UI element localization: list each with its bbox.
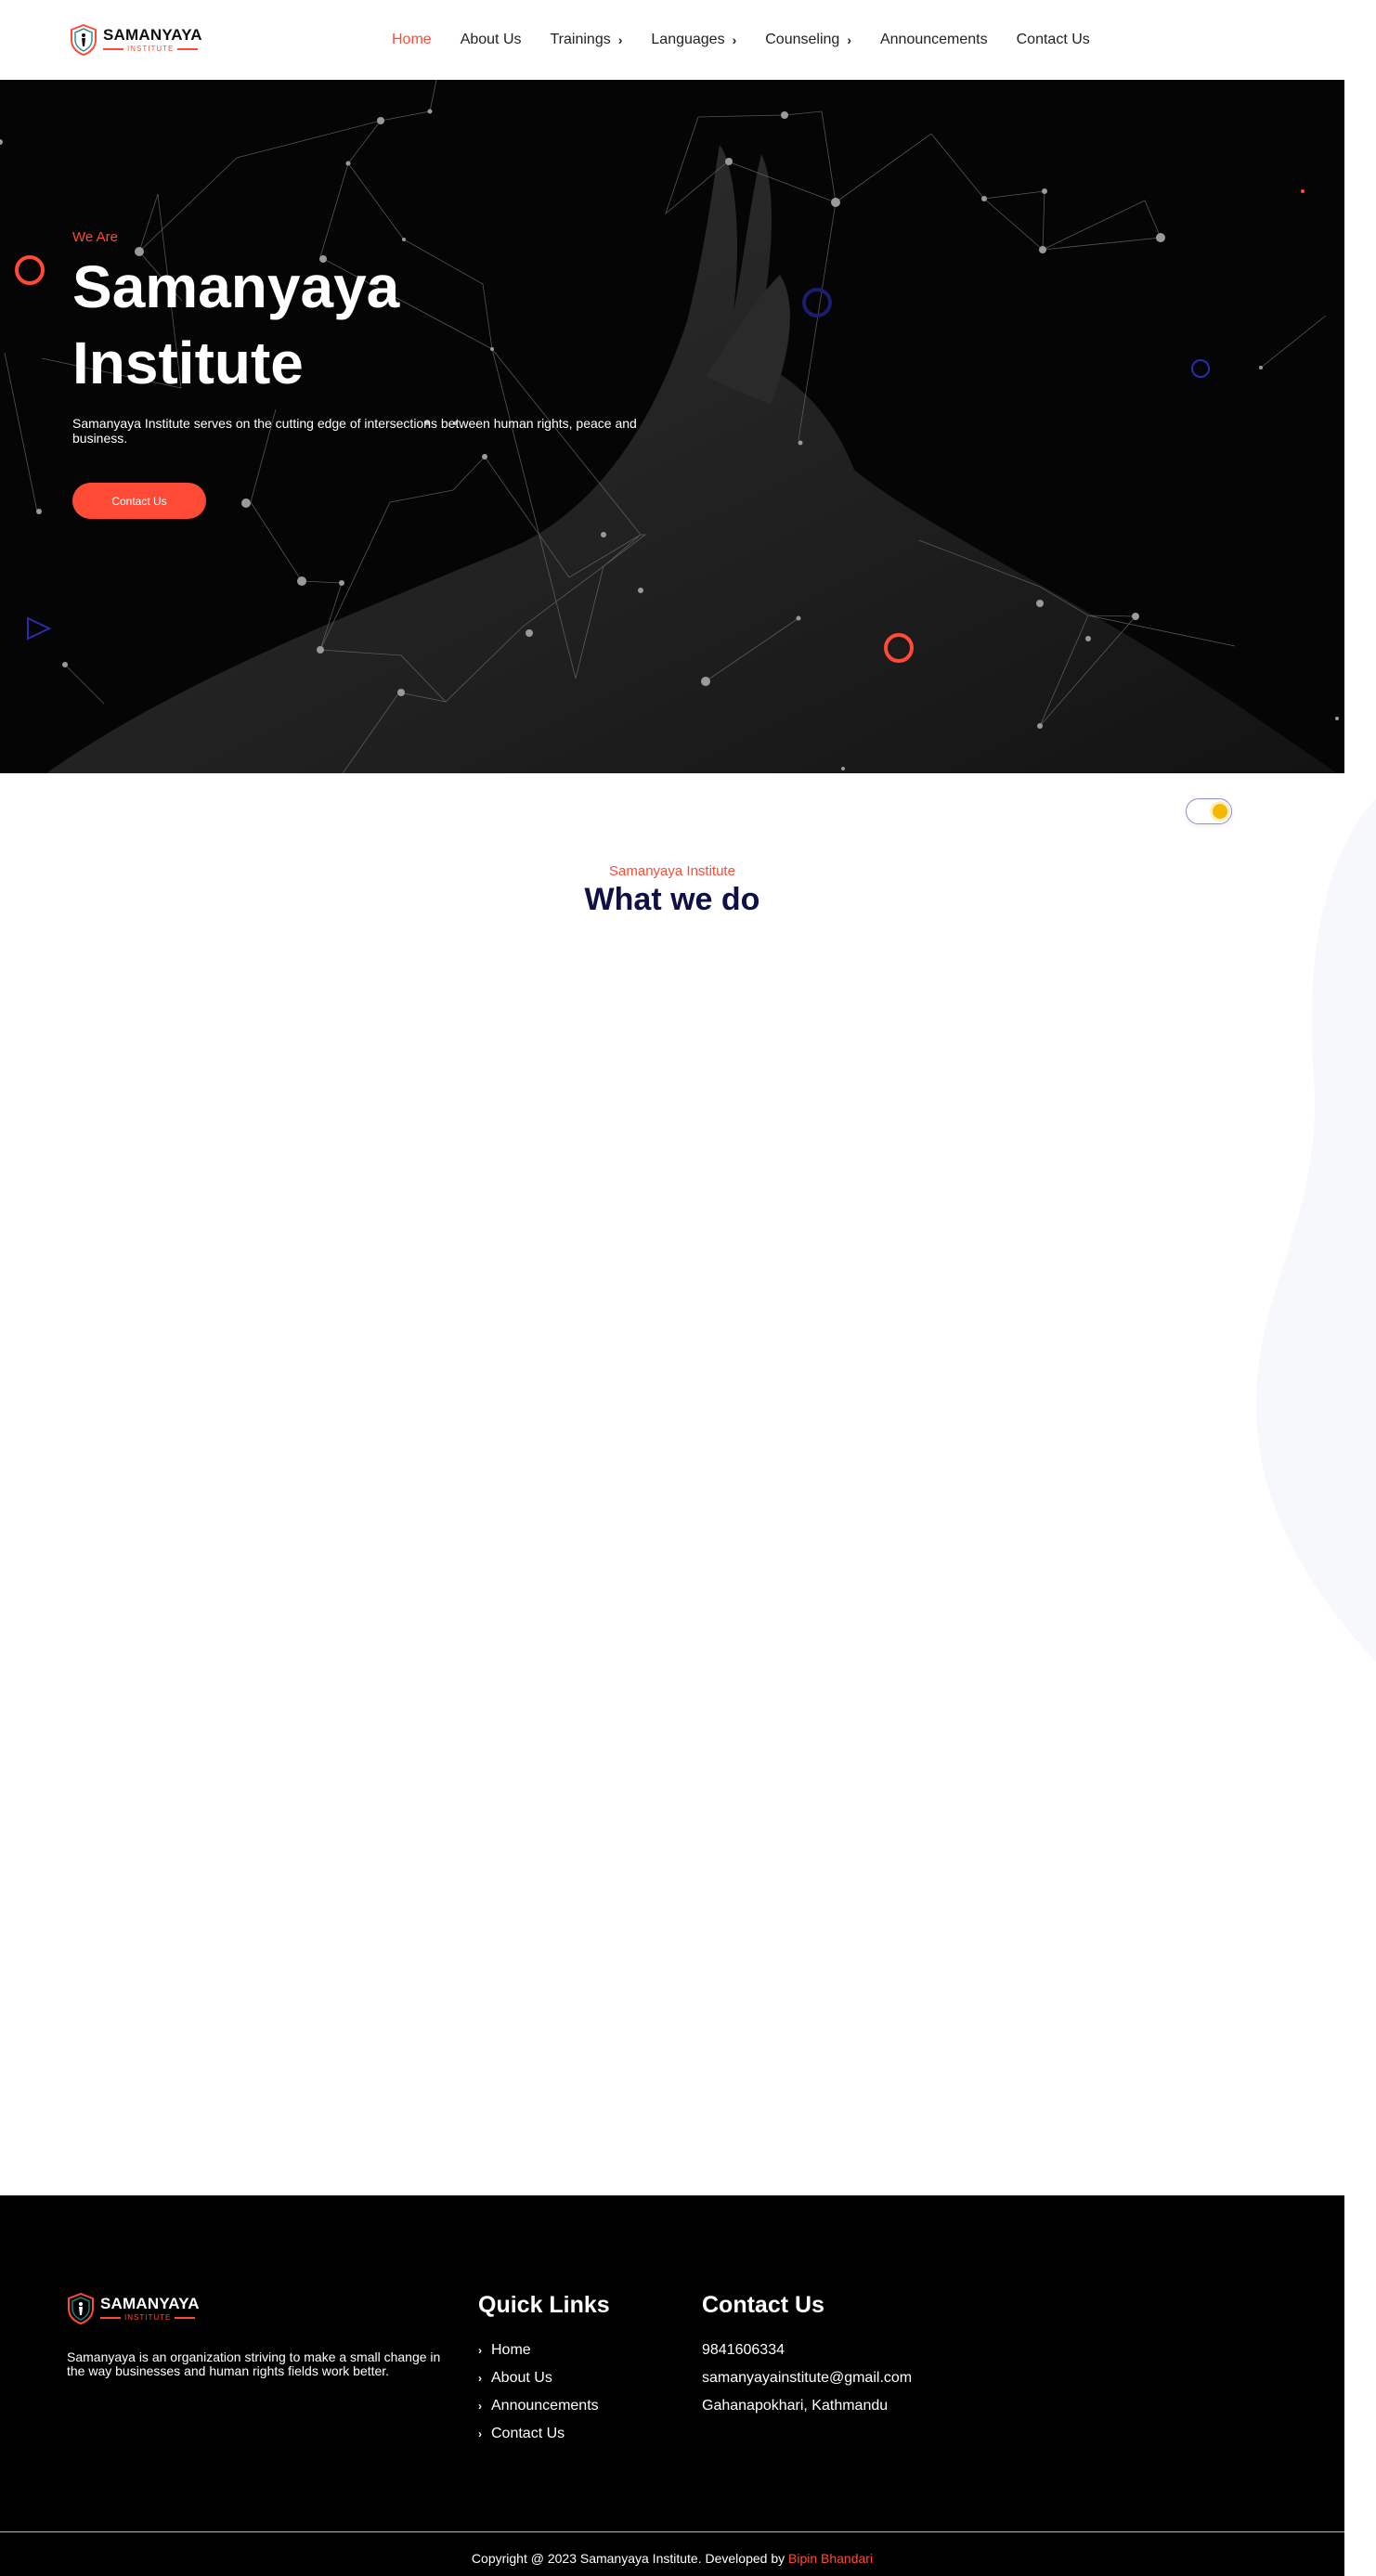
copyright-text: Copyright @ 2023 Samanyaya Institute. De… <box>471 2551 785 2566</box>
footer-about-text: Samanyaya is an organization striving to… <box>67 2349 441 2378</box>
footer-logo[interactable]: SAMANYAYA INSTITUTE <box>67 2293 200 2324</box>
chevron-right-icon: › <box>478 2372 482 2385</box>
nav-counseling[interactable]: Counseling › <box>765 32 851 48</box>
quick-links-title: Quick Links <box>478 2292 610 2318</box>
contact-email[interactable]: samanyayainstitute@gmail.com <box>702 2364 912 2392</box>
chevron-right-icon: › <box>478 2344 482 2357</box>
shield-logo-icon <box>68 2293 94 2324</box>
footer-link-about-us[interactable]: › About Us <box>478 2364 599 2392</box>
nav-home[interactable]: Home <box>392 32 432 48</box>
contact-phone[interactable]: 9841606334 <box>702 2337 912 2364</box>
nav-announcements[interactable]: Announcements <box>880 32 988 48</box>
decorative-blob <box>1255 798 1376 1662</box>
site-header: SAMANYAYA INSTITUTE Home About Us Traini… <box>0 0 1376 80</box>
section-eyebrow: Samanyaya Institute <box>609 863 735 879</box>
shield-logo-icon <box>71 24 97 56</box>
section-title: What we do <box>584 882 760 917</box>
copyright: Copyright @ 2023 Samanyaya Institute. De… <box>0 2551 1344 2566</box>
chevron-right-icon: › <box>478 2400 482 2413</box>
footer-link-home[interactable]: › Home <box>478 2337 599 2364</box>
chevron-right-icon: › <box>732 32 737 47</box>
site-footer: SAMANYAYA INSTITUTE Samanyaya is an orga… <box>0 2195 1344 2576</box>
hero-title: Samanyaya Institute <box>72 253 400 396</box>
hero-eyebrow: We Are <box>72 229 118 245</box>
nav-contact-us[interactable]: Contact Us <box>1017 32 1090 48</box>
main-nav: Home About Us Trainings › Languages › Coun… <box>392 0 1119 80</box>
footer-logo-subtitle: INSTITUTE <box>100 2314 200 2322</box>
site-logo[interactable]: SAMANYAYA INSTITUTE <box>70 24 202 56</box>
contact-title: Contact Us <box>702 2292 824 2318</box>
chevron-right-icon: › <box>478 2427 482 2440</box>
nav-languages[interactable]: Languages › <box>651 32 736 48</box>
contact-address: Gahanapokhari, Kathmandu <box>702 2398 889 2414</box>
logo-title: SAMANYAYA <box>103 26 202 44</box>
hero-banner: We Are Samanyaya Institute Samanyaya Ins… <box>0 80 1344 773</box>
chevron-right-icon: › <box>617 32 623 47</box>
theme-toggle[interactable] <box>1186 798 1232 824</box>
footer-link-contact-us[interactable]: › Contact Us <box>478 2420 599 2448</box>
footer-divider <box>0 2531 1344 2532</box>
quick-links-list: › Home › About Us › Announcements › Contact … <box>478 2337 599 2448</box>
footer-link-announcements[interactable]: › Announcements <box>478 2392 599 2420</box>
contact-info: 9841606334 samanyayainstitute@gmail.com … <box>702 2337 912 2420</box>
footer-logo-title: SAMANYAYA <box>100 2295 200 2312</box>
logo-subtitle: INSTITUTE <box>103 45 202 53</box>
nav-trainings[interactable]: Trainings › <box>551 32 623 48</box>
nav-about-us[interactable]: About Us <box>461 32 522 48</box>
contact-us-button[interactable]: Contact Us <box>72 483 206 519</box>
developer-link[interactable]: Bipin Bhandari <box>788 2551 873 2566</box>
sun-icon <box>1213 804 1227 819</box>
hero-description: Samanyaya Institute serves on the cuttin… <box>72 416 637 446</box>
chevron-right-icon: › <box>847 32 851 47</box>
